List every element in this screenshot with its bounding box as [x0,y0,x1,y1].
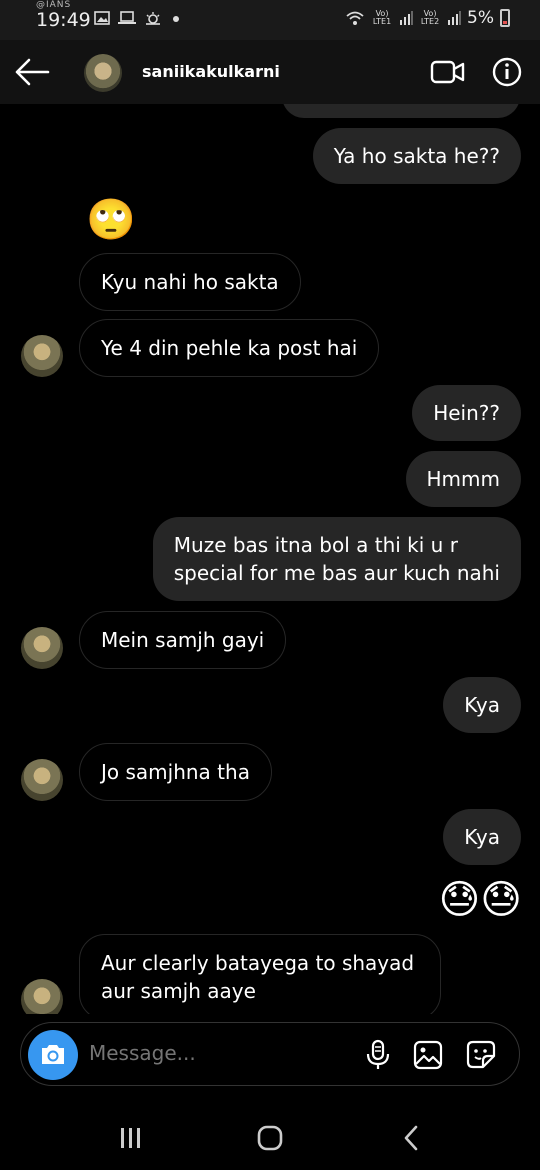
battery-percent: 5% [467,8,494,28]
message-bubble-incoming-multiline[interactable]: Aur clearly batayega to shayad aur samjh… [79,934,442,1014]
sender-avatar[interactable] [21,335,63,377]
gallery-icon[interactable] [413,1039,443,1071]
message-bubble-incoming[interactable]: Mein samjh gayi [79,611,287,669]
weather-icon [146,12,160,25]
signal-icon [448,11,462,25]
sender-avatar[interactable] [21,979,63,1014]
message-thread[interactable]: Ya ho sakta he?? 🙄 Kyu nahi ho sakta Ye … [0,104,540,1014]
camera-icon [42,1045,64,1064]
message-bubble-incoming[interactable]: Ye 4 din pehle ka post hai [79,319,380,377]
signal-icon [400,11,414,25]
message-line: Aur clearly batayega to shayad [101,951,415,975]
status-time: 19:49 [36,9,91,31]
sender-avatar[interactable] [21,759,63,801]
system-nav-bar [0,1105,540,1170]
message-bubble-outgoing[interactable]: Kya [443,677,521,733]
chat-username[interactable]: saniikakulkarni [142,62,280,81]
message-line: Muze bas itna bol a thi ki u r [173,533,458,557]
home-icon[interactable] [255,1123,285,1153]
camera-button[interactable] [28,1030,78,1080]
header-avatar[interactable] [84,54,122,92]
video-camera-icon[interactable] [430,58,466,86]
message-bubble-outgoing[interactable]: Ya ho sakta he?? [312,128,521,184]
message-bubble-partial [282,104,520,118]
lte1-label: Vo) LTE1 [372,9,392,26]
message-composer [20,1022,520,1086]
status-bar: @IANS 19:49 Vo) LTE1 Vo) LTE2 5% [0,0,540,40]
laptop-icon [118,11,136,24]
recent-apps-icon[interactable] [116,1123,146,1153]
notification-dot-icon [173,16,179,22]
back-arrow-icon[interactable] [14,57,50,87]
back-nav-icon[interactable] [396,1123,426,1153]
emoji-message[interactable]: 🙄 [86,196,136,244]
message-bubble-outgoing[interactable]: Kya [443,809,521,865]
sender-avatar[interactable] [21,627,63,669]
wifi-icon [346,11,364,25]
emoji-message[interactable]: 😓😓 [439,876,522,924]
message-input[interactable] [89,1041,339,1065]
chat-header: saniikakulkarni [0,40,540,104]
message-bubble-incoming[interactable]: Kyu nahi ho sakta [79,253,301,311]
lte2-label: Vo) LTE2 [420,9,440,26]
message-line: aur samjh aaye [101,979,256,1003]
sticker-icon[interactable] [466,1039,496,1071]
message-bubble-incoming[interactable]: Jo samjhna tha [79,743,272,801]
status-right: Vo) LTE1 Vo) LTE2 5% [345,8,510,28]
battery-icon [500,9,510,27]
info-icon[interactable] [492,57,522,87]
message-bubble-outgoing-multiline[interactable]: Muze bas itna bol a thi ki u r special f… [152,517,521,601]
message-bubble-outgoing[interactable]: Hmmm [405,451,521,507]
message-line: special for me bas aur kuch nahi [173,561,500,585]
microphone-icon[interactable] [363,1039,393,1071]
message-bubble-outgoing[interactable]: Hein?? [412,385,521,441]
image-icon [94,11,110,25]
